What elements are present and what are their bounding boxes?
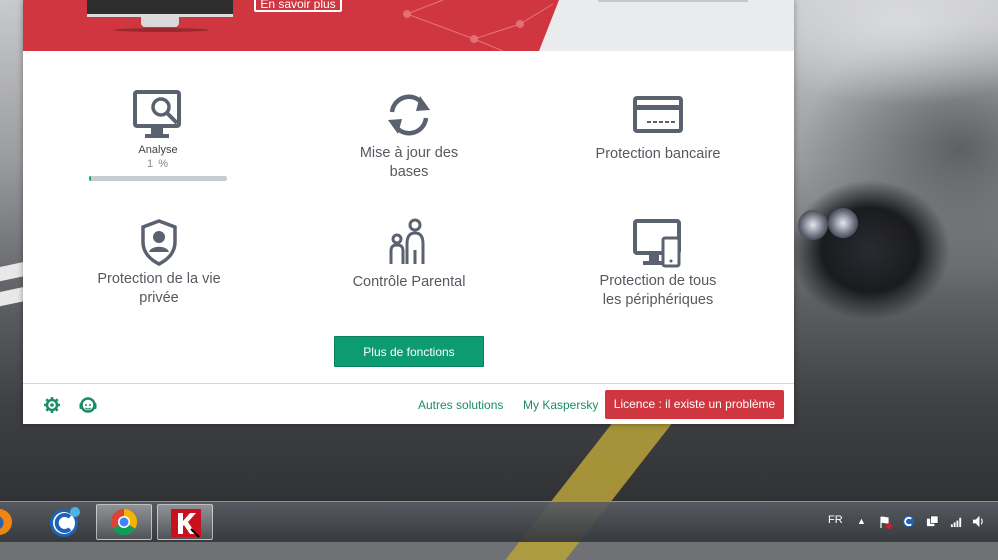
action-center-flag-icon[interactable]: [879, 516, 892, 529]
taskbar-ccleaner[interactable]: [40, 504, 96, 540]
power-tray-icon[interactable]: [926, 515, 939, 528]
firefox-icon: [0, 509, 12, 535]
parent-child-icon: [389, 218, 425, 264]
tile-safe-money[interactable]: Protection bancaire: [583, 96, 733, 164]
tile-database-update[interactable]: Mise à jour des bases: [333, 90, 485, 182]
tile-scan-label: Analyse: [138, 144, 178, 156]
devices-icon: [633, 219, 681, 268]
volume-icon[interactable]: [972, 515, 985, 528]
other-solutions-link[interactable]: Autres solutions: [418, 398, 503, 412]
credit-card-icon: [633, 96, 683, 133]
scan-monitor-icon: [133, 90, 181, 138]
footer-divider: [23, 383, 794, 384]
banner-grey-bar: [598, 0, 748, 2]
learn-more-button[interactable]: En savoir plus: [254, 0, 342, 12]
tile-parental-control[interactable]: Contrôle Parental: [343, 218, 475, 292]
tile-privacy-label-line1: Protection de la vie: [97, 271, 221, 287]
promo-banner: En savoir plus: [23, 0, 794, 51]
tile-privacy-label-line2: privée: [139, 290, 179, 306]
chrome-icon: [110, 508, 138, 536]
monitor-illustration: [87, 0, 233, 17]
taskbar-chrome[interactable]: [96, 504, 152, 540]
my-kaspersky-link[interactable]: My Kaspersky: [523, 398, 598, 412]
scan-progress-text: 1 %: [147, 158, 169, 170]
tile-all-devices[interactable]: Protection de tous les périphériques: [583, 218, 733, 310]
network-signal-icon[interactable]: [950, 515, 963, 528]
tile-bank-label: Protection bancaire: [595, 146, 721, 162]
more-tools-button[interactable]: Plus de fonctions: [334, 336, 484, 367]
taskbar-firefox[interactable]: [0, 504, 22, 540]
car-headlight: [798, 210, 828, 240]
scan-progress-fill: [89, 176, 91, 181]
show-hidden-icons-arrow[interactable]: ▲: [857, 516, 866, 526]
license-problem-button[interactable]: Licence : il existe un problème: [605, 390, 784, 419]
refresh-icon: [388, 94, 430, 136]
tile-privacy-protection[interactable]: Protection de la vie privée: [89, 218, 229, 308]
taskbar-kaspersky[interactable]: [157, 504, 213, 540]
support-agent-icon[interactable]: [79, 396, 97, 414]
car-headlight: [828, 208, 858, 238]
kaspersky-icon: [171, 509, 201, 538]
scan-progress-bar: [89, 176, 227, 181]
tile-scan[interactable]: Analyse 1 %: [89, 90, 227, 181]
banner-grey-panel: [539, 0, 794, 51]
wallpaper-car: [790, 160, 960, 340]
tile-devices-label-line1: Protection de tous: [599, 273, 717, 289]
shield-person-icon: [141, 219, 177, 266]
tile-update-label-line1: Mise à jour des: [359, 145, 459, 161]
network-pattern-decoration: [406, 0, 554, 51]
ccleaner-icon: [50, 507, 80, 537]
tile-parental-label: Contrôle Parental: [352, 274, 466, 290]
language-indicator[interactable]: FR: [828, 514, 843, 526]
kaspersky-main-window: En savoir plus Analyse 1 % Mise à jour d…: [23, 0, 794, 424]
windows-taskbar: FR ▲: [0, 501, 998, 542]
tile-update-label-line2: bases: [389, 164, 429, 180]
ccleaner-tray-icon[interactable]: [902, 515, 915, 528]
gear-icon[interactable]: [43, 396, 61, 414]
monitor-stand-illustration: [141, 17, 179, 27]
monitor-shadow: [113, 28, 209, 32]
tile-devices-label-line2: les périphériques: [602, 292, 714, 308]
